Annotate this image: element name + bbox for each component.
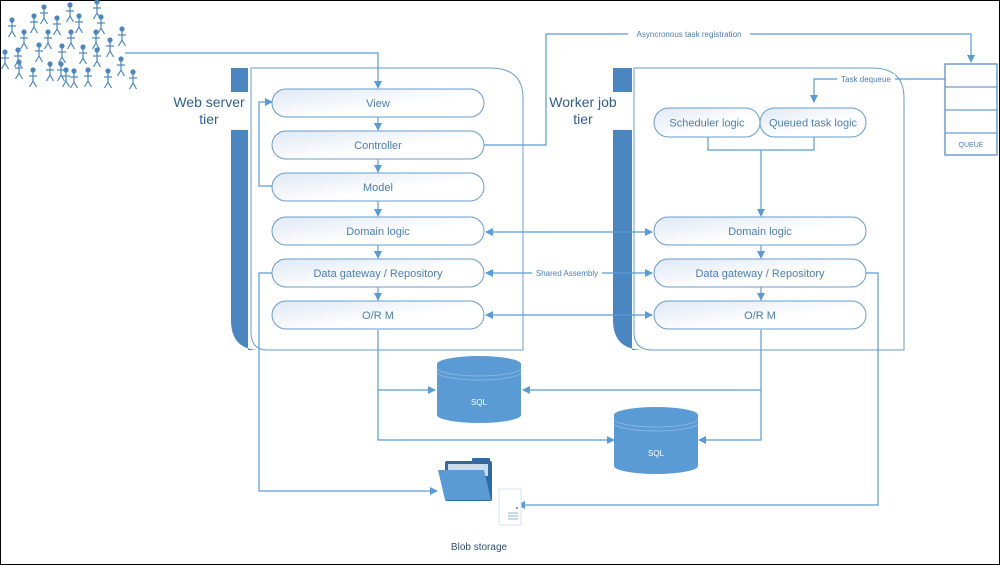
architecture-diagram: Web server tier Worker job tier View Cont… — [0, 0, 998, 553]
person-icon — [66, 28, 76, 50]
web-layer-o-r-m-label: O/R M — [362, 310, 394, 322]
document-icon — [498, 488, 522, 526]
person-icon — [45, 60, 55, 82]
person-icon — [74, 12, 84, 34]
users-crowd-icon — [0, 0, 138, 90]
person-icon — [43, 28, 53, 50]
person-icon — [34, 41, 44, 63]
person-icon — [128, 68, 138, 90]
web-layer-data-gateway-repository-label: Data gateway / Repository — [313, 268, 443, 280]
web-layer-model-label: Model — [363, 182, 393, 194]
web-layer-controller-label: Controller — [354, 140, 402, 152]
worker-tier-label-line1: Worker job — [549, 94, 617, 110]
person-icon — [117, 25, 127, 47]
sql-label-1: SQL — [471, 398, 488, 407]
person-icon — [39, 3, 49, 25]
person-icon — [52, 14, 62, 36]
person-icon — [116, 55, 126, 77]
person-icon — [19, 28, 29, 50]
person-icon — [105, 36, 115, 58]
worker-layer-domain-logic-label: Domain logic — [728, 226, 792, 238]
person-icon — [78, 43, 88, 65]
folder-icon — [438, 458, 492, 501]
queue-label: QUEUE — [959, 142, 984, 149]
person-icon — [0, 48, 10, 70]
blob-storage-label: Blob storage — [451, 542, 508, 553]
person-icon — [57, 42, 67, 64]
scheduler-logic-label: Scheduler logic — [669, 118, 745, 130]
person-icon — [29, 12, 39, 34]
worker-tier-label-line2: tier — [573, 111, 593, 127]
sql-label-2: SQL — [648, 449, 665, 458]
queue: QUEUE — [944, 63, 998, 156]
person-icon — [14, 58, 24, 80]
async-task-registration-label: Asyncronous task registration — [637, 30, 742, 39]
person-icon — [69, 67, 79, 89]
person-icon — [65, 1, 75, 23]
sql-database-1: SQL — [436, 356, 522, 423]
person-icon — [7, 16, 17, 38]
web-tier-label-line2: tier — [199, 111, 219, 127]
sql-database-2: SQL — [613, 407, 699, 474]
person-icon — [83, 66, 93, 88]
worker-layer-o-r-m-label: O/R M — [744, 310, 776, 322]
person-icon — [92, 46, 102, 68]
person-icon — [103, 67, 113, 89]
web-tier-label-line1: Web server — [173, 94, 245, 110]
shared-assembly-label: Shared Assembly — [536, 269, 598, 278]
worker-layer-data-gateway-repository-label: Data gateway / Repository — [695, 268, 825, 280]
task-dequeue-label: Task dequeue — [841, 75, 891, 84]
web-layer-domain-logic-label: Domain logic — [346, 226, 410, 238]
queued-task-logic-label: Queued task logic — [769, 118, 858, 130]
person-icon — [28, 66, 38, 88]
web-layer-view-label: View — [366, 98, 390, 110]
